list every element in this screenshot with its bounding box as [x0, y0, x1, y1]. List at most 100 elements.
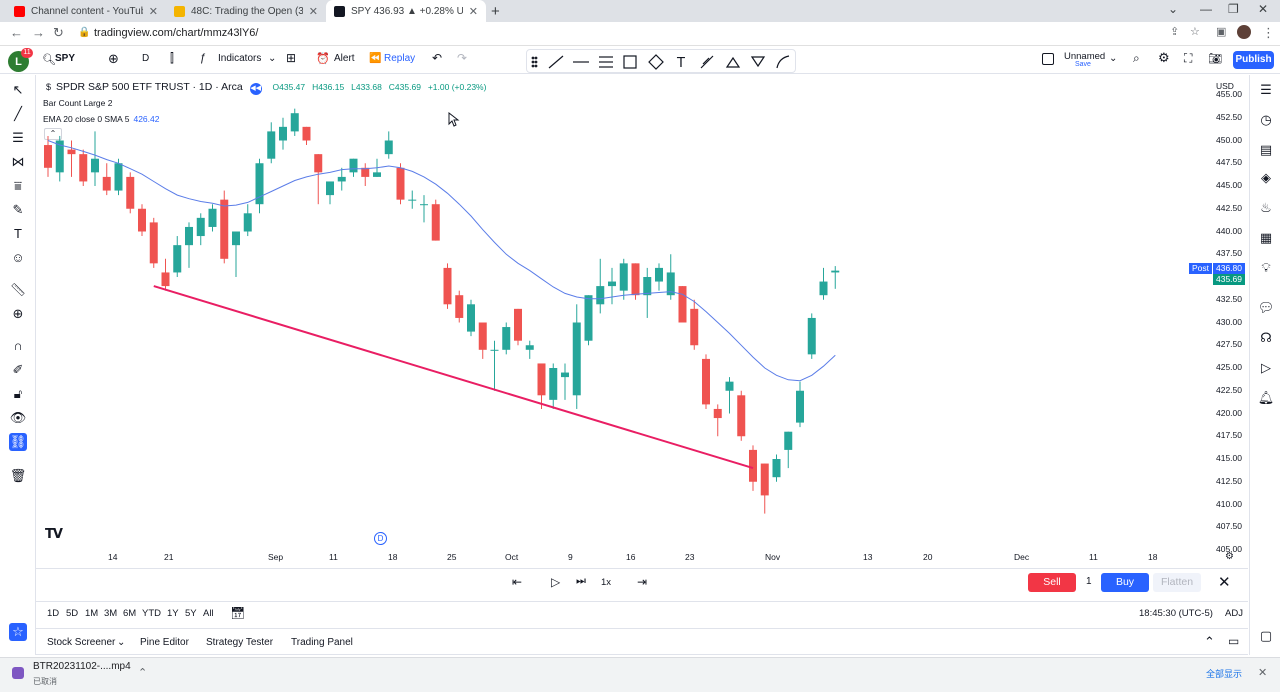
play-icon[interactable]: ▷ [551, 575, 560, 589]
close-icon[interactable]: ✕ [309, 5, 318, 18]
share-icon[interactable]: ⇪ [1170, 25, 1179, 38]
notifications-bell-icon[interactable]: 🔔︎ [1257, 389, 1275, 407]
date-range-icon[interactable]: 📅︎ [230, 606, 245, 620]
tab-trading-panel[interactable]: Trading Panel [291, 637, 353, 648]
chevron-down-icon[interactable]: ⌄ [117, 637, 125, 648]
trendline-icon[interactable]: ╱ [9, 105, 27, 123]
trash-icon[interactable]: 🗑︎ [9, 467, 27, 485]
chevron-up-icon[interactable]: ⌃ [138, 666, 147, 679]
jump-to-realtime-icon[interactable]: ⇥ [637, 575, 647, 589]
download-filename[interactable]: BTR20231102-....mp4 [33, 661, 131, 672]
fullscreen-icon[interactable]: ⛶ [1184, 51, 1192, 66]
symbol-title[interactable]: SPDR S&P 500 ETF TRUST · 1D · Arca [56, 81, 243, 93]
buy-button[interactable]: Buy [1101, 573, 1149, 592]
chevron-up-icon[interactable]: ⌃ [1204, 634, 1215, 650]
replay-speed[interactable]: 1x [601, 577, 611, 588]
redo-icon[interactable]: ↷ [457, 51, 467, 65]
sidepanel-icon[interactable]: ▣ [1216, 25, 1226, 38]
browser-tab[interactable]: Channel content - YouTube St ✕ [6, 0, 166, 22]
browser-tab[interactable]: 48C: Trading the Open (3) - Go ✕ [166, 0, 326, 22]
projection-icon[interactable]: ⩸ [9, 177, 27, 195]
select-bar-icon[interactable]: ⇤ [512, 575, 522, 589]
tab-stock-screener[interactable]: Stock Screener [47, 637, 115, 648]
tf-1y[interactable]: 1Y [167, 608, 179, 619]
ruler-icon[interactable]: 📏︎ [9, 281, 27, 299]
tab-search-icon[interactable]: ⌄ [1168, 2, 1178, 16]
tab-strategy-tester[interactable]: Strategy Tester [206, 637, 273, 648]
close-icon[interactable]: ✕ [469, 5, 478, 18]
tf-all[interactable]: All [203, 608, 214, 619]
settings-gear-icon[interactable]: ⚙ [1158, 50, 1170, 66]
camera-icon[interactable]: 📷︎ [1208, 52, 1222, 65]
new-tab-button[interactable]: + [491, 3, 500, 20]
window-close-button[interactable]: ✕ [1258, 2, 1268, 16]
ideas-bulb-icon[interactable]: 💡︎ [1257, 259, 1275, 277]
indicators-button[interactable]: Indicators [218, 53, 261, 64]
tf-5d[interactable]: 5D [66, 608, 78, 619]
watchlist-icon[interactable]: ☰ [1257, 81, 1275, 99]
tf-ytd[interactable]: YTD [142, 608, 161, 619]
tf-5y[interactable]: 5Y [185, 608, 197, 619]
step-forward-icon[interactable]: ⏭ [576, 575, 586, 588]
magnet-icon[interactable]: ∩ [9, 337, 27, 355]
url-field[interactable]: tradingview.com/chart/mmz43lY6/ [94, 27, 258, 39]
back-icon[interactable]: ← [10, 25, 23, 40]
brush-icon[interactable]: ✎ [9, 201, 27, 219]
streams-icon[interactable]: ▷ [1257, 359, 1275, 377]
reload-icon[interactable]: ↻ [53, 25, 64, 41]
undo-icon[interactable]: ↶ [432, 51, 442, 65]
browser-menu-icon[interactable]: ⋮ [1262, 25, 1275, 41]
search-icon[interactable]: 🔍︎ [42, 53, 56, 66]
forward-icon[interactable]: → [32, 25, 45, 40]
chat-icon[interactable]: 💬︎ [1257, 299, 1275, 317]
tf-3m[interactable]: 3M [104, 608, 117, 619]
replay-button[interactable]: Replay [384, 53, 415, 64]
price-axis[interactable]: 455.00 452.50 450.00 447.50 445.00 442.50 440.… [1196, 89, 1248, 554]
cursor-icon[interactable]: ↖ [9, 81, 27, 99]
quantity-field[interactable]: 1 [1086, 576, 1092, 587]
profile-avatar[interactable] [1237, 25, 1251, 39]
minimize-button[interactable]: — [1200, 2, 1212, 16]
tf-1m[interactable]: 1M [85, 608, 98, 619]
publish-button[interactable]: Publish [1233, 51, 1274, 69]
chevron-down-icon[interactable]: ⌄ [268, 53, 276, 64]
alerts-clock-icon[interactable]: ◷ [1257, 111, 1275, 129]
clock-label[interactable]: 18:45:30 (UTC-5) [1139, 608, 1213, 619]
close-icon[interactable]: ✕ [149, 5, 158, 18]
tf-6m[interactable]: 6M [123, 608, 136, 619]
layout-save[interactable]: Save [1075, 61, 1091, 68]
close-replay-icon[interactable]: ✕ [1218, 573, 1231, 591]
emoji-icon[interactable]: ☺ [9, 249, 27, 267]
sell-button[interactable]: Sell [1028, 573, 1076, 592]
link-icon[interactable]: ⛓ [9, 433, 27, 451]
dividend-marker-icon[interactable]: D [374, 532, 387, 545]
calendar-icon[interactable]: ▦ [1257, 229, 1275, 247]
lock-icon[interactable]: 🔓︎ [9, 385, 27, 403]
text-icon[interactable]: T [9, 225, 27, 243]
close-icon[interactable]: ✕ [1258, 666, 1267, 679]
panel-toggle-icon[interactable]: ▢ [1257, 627, 1275, 645]
stay-drawing-icon[interactable]: ✐ [9, 361, 27, 379]
flatten-button[interactable]: Flatten [1153, 573, 1201, 592]
browser-tab-active[interactable]: SPY 436.93 ▲ +0.28% Unnam ✕ [326, 0, 486, 22]
support-icon[interactable]: ☊ [1257, 329, 1275, 347]
fib-icon[interactable]: ☰ [9, 129, 27, 147]
pattern-icon[interactable]: ⋈ [9, 153, 27, 171]
bookmark-star-icon[interactable]: ☆ [1190, 25, 1200, 38]
maximize-button[interactable]: ❐ [1228, 2, 1239, 16]
symbol-search[interactable]: SPY [55, 53, 75, 64]
candle-type-icon[interactable]: ⫿ [170, 51, 174, 66]
layout-checkbox[interactable] [1042, 53, 1054, 65]
data-window-icon[interactable]: ▤ [1257, 141, 1275, 159]
maximize-panel-icon[interactable]: ▭ [1228, 634, 1239, 648]
chevron-down-icon[interactable]: ⌄ [1109, 53, 1117, 64]
interval-selector[interactable]: D [142, 53, 149, 64]
adj-toggle[interactable]: ADJ [1225, 608, 1243, 619]
show-all-button[interactable]: 全部显示 [1206, 667, 1242, 680]
tf-1d[interactable]: 1D [47, 608, 59, 619]
time-axis[interactable]: 14 21 Sep 11 18 25 Oct 9 16 23 Nov 13 20 Dec 11 18 [36, 550, 1248, 564]
axis-settings-icon[interactable]: ⚙ [1225, 551, 1234, 562]
zoom-icon[interactable]: ⊕ [9, 305, 27, 323]
replay-rewind-icon[interactable]: ◀◀ [249, 83, 262, 95]
eye-icon[interactable]: 👁︎ [9, 409, 27, 427]
